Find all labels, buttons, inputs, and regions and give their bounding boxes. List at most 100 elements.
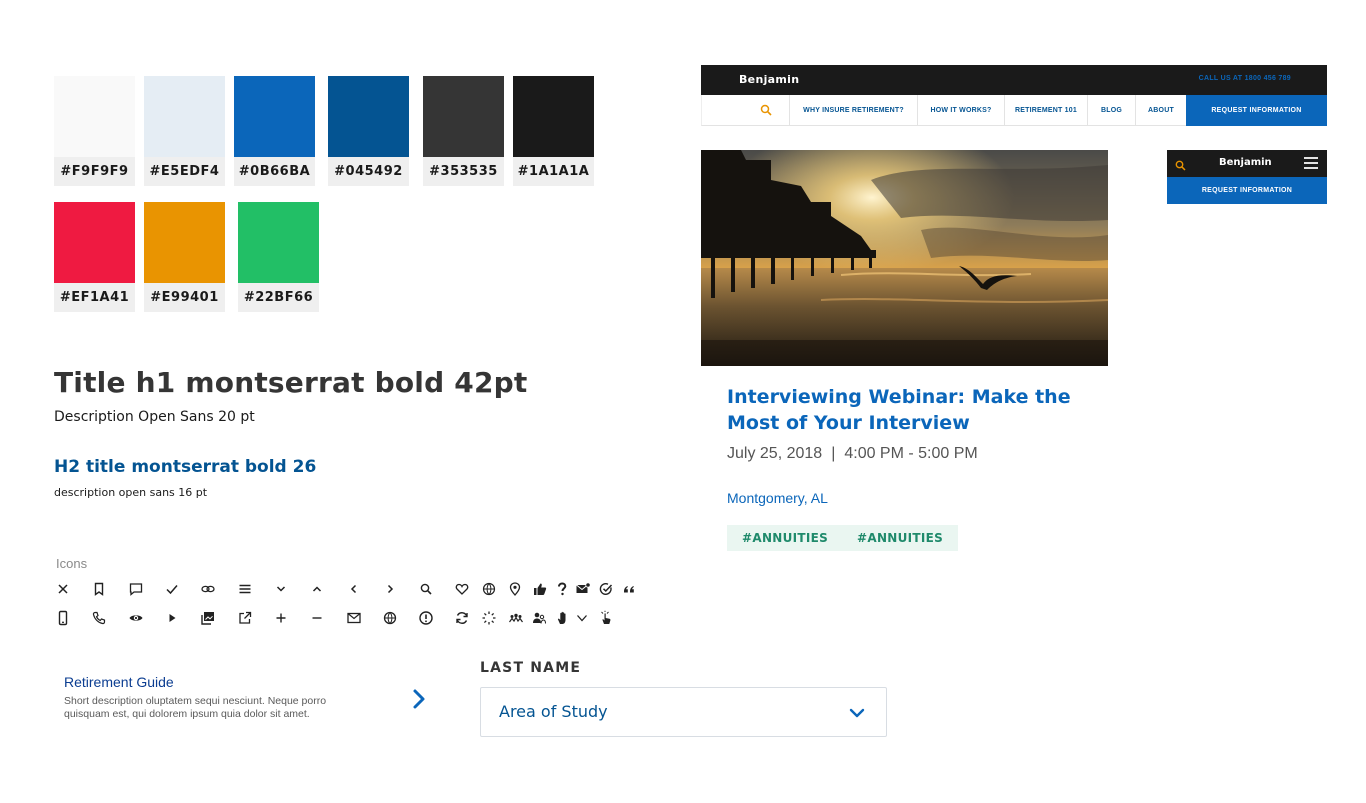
event-datetime: July 25, 2018 | 4:00 PM - 5:00 PM — [727, 445, 978, 463]
call-us-link[interactable]: CALL US AT 1800 456 789 — [1199, 75, 1291, 82]
mobile-request-information-button[interactable]: REQUEST INFORMATION — [1167, 177, 1327, 204]
swatch-label: #045492 — [328, 157, 409, 186]
event-title[interactable]: Interviewing Webinar: Make the Most of Y… — [727, 384, 1087, 436]
swatch-chip — [513, 76, 594, 157]
question-icon — [552, 579, 572, 599]
eye-icon — [126, 608, 146, 628]
check-circle-icon — [596, 579, 616, 599]
swatch-f9f9f9: #F9F9F9 — [54, 76, 135, 186]
chevron-left-icon — [344, 579, 364, 599]
select-value: Area of Study — [499, 702, 608, 721]
external-link-icon — [235, 608, 255, 628]
swatch-chip — [144, 202, 225, 283]
mobile-brand-logo[interactable]: Benjamin — [1219, 157, 1272, 168]
thumbs-up-icon — [530, 579, 550, 599]
mail-badge-icon — [573, 579, 593, 599]
user-group-icon — [529, 608, 549, 628]
minus-icon — [307, 608, 327, 628]
gallery-icon — [198, 608, 218, 628]
last-name-label: LAST NAME — [480, 660, 582, 676]
nav-item-about[interactable]: ABOUT — [1136, 95, 1187, 125]
swatch-1a1a1a: #1A1A1A — [513, 76, 594, 186]
swatch-22bf66: #22BF66 — [238, 202, 319, 312]
search-icon[interactable] — [1175, 158, 1186, 171]
chevron-up-icon — [307, 579, 327, 599]
chevron-down-icon — [271, 579, 291, 599]
mobile-top-bar: Benjamin — [1167, 150, 1327, 177]
retirement-guide-card[interactable]: Retirement Guide Short description olupt… — [64, 674, 444, 730]
swatch-chip — [144, 76, 225, 157]
h1-description: Description Open Sans 20 pt — [54, 409, 255, 425]
pointer-icon — [596, 608, 616, 628]
comment-icon — [126, 579, 146, 599]
swatch-045492: #045492 — [328, 76, 409, 186]
nav-item-why-insure[interactable]: WHY INSURE RETIREMENT? — [790, 95, 918, 125]
group-icon — [506, 608, 526, 628]
swatch-e99401: #E99401 — [144, 202, 225, 312]
play-icon — [162, 608, 182, 628]
quote-icon — [619, 579, 639, 599]
mobile-icon — [53, 608, 73, 628]
nav-search-button[interactable] — [702, 95, 790, 125]
refresh-icon — [452, 608, 472, 628]
swatch-label: #EF1A41 — [54, 283, 135, 312]
event-location[interactable]: Montgomery, AL — [727, 490, 828, 506]
desktop-nav-bar: WHY INSURE RETIREMENT? HOW IT WORKS? RET… — [701, 95, 1327, 126]
hand-icon — [553, 608, 573, 628]
swatch-e5edf4: #E5EDF4 — [144, 76, 225, 186]
swatch-chip — [423, 76, 504, 157]
swatch-chip — [328, 76, 409, 157]
h2-description: description open sans 16 pt — [54, 486, 208, 499]
phone-icon — [89, 608, 109, 628]
area-of-study-select[interactable]: Area of Study — [480, 687, 887, 737]
location-pin-icon — [505, 579, 525, 599]
swatch-0b66ba: #0B66BA — [234, 76, 315, 186]
menu-icon — [235, 579, 255, 599]
event-date: July 25, 2018 — [727, 445, 823, 462]
globe-icon — [479, 579, 499, 599]
date-separator: | — [831, 445, 836, 462]
h1-sample: Title h1 montserrat bold 42pt — [54, 366, 528, 399]
bookmark-icon — [89, 579, 109, 599]
swatch-chip — [54, 76, 135, 157]
chevron-right-icon — [380, 579, 400, 599]
globe-icon — [380, 608, 400, 628]
spinner-icon — [479, 608, 499, 628]
tag-annuities[interactable]: #ANNUITIES — [842, 525, 959, 551]
nav-item-how-it-works[interactable]: HOW IT WORKS? — [918, 95, 1005, 125]
brand-logo[interactable]: Benjamin — [739, 73, 799, 86]
swatch-label: #1A1A1A — [513, 157, 594, 186]
swatch-chip — [234, 76, 315, 157]
nav-item-blog[interactable]: BLOG — [1088, 95, 1136, 125]
swatch-label: #353535 — [423, 157, 504, 186]
request-information-button[interactable]: REQUEST INFORMATION — [1186, 95, 1327, 126]
chevron-down-icon[interactable] — [848, 704, 866, 722]
icons-heading: Icons — [56, 556, 88, 571]
nav-item-retirement-101[interactable]: RETIREMENT 101 — [1005, 95, 1088, 125]
chevron-right-icon[interactable] — [408, 686, 430, 712]
swatch-chip — [238, 202, 319, 283]
swatch-353535: #353535 — [423, 76, 504, 186]
swatch-chip — [54, 202, 135, 283]
heart-icon — [452, 579, 472, 599]
event-time: 4:00 PM - 5:00 PM — [844, 445, 978, 462]
search-icon — [760, 104, 772, 116]
chevron-down-small-icon — [572, 608, 592, 628]
search-icon — [416, 579, 436, 599]
desktop-top-bar: Benjamin CALL US AT 1800 456 789 — [701, 65, 1327, 95]
event-photo — [701, 150, 1108, 366]
guide-description: Short description oluptatem sequi nesciu… — [64, 695, 327, 720]
h2-sample: H2 title montserrat bold 26 — [54, 457, 317, 477]
link-icon — [198, 579, 218, 599]
hamburger-menu-icon[interactable] — [1304, 156, 1318, 170]
swatch-ef1a41: #EF1A41 — [54, 202, 135, 312]
alert-circle-icon — [416, 608, 436, 628]
guide-title[interactable]: Retirement Guide — [64, 674, 444, 690]
plus-icon — [271, 608, 291, 628]
swatch-label: #F9F9F9 — [54, 157, 135, 186]
swatch-label: #E5EDF4 — [144, 157, 225, 186]
swatch-label: #0B66BA — [234, 157, 315, 186]
check-icon — [162, 579, 182, 599]
tag-annuities[interactable]: #ANNUITIES — [727, 525, 844, 551]
mail-icon — [344, 608, 364, 628]
